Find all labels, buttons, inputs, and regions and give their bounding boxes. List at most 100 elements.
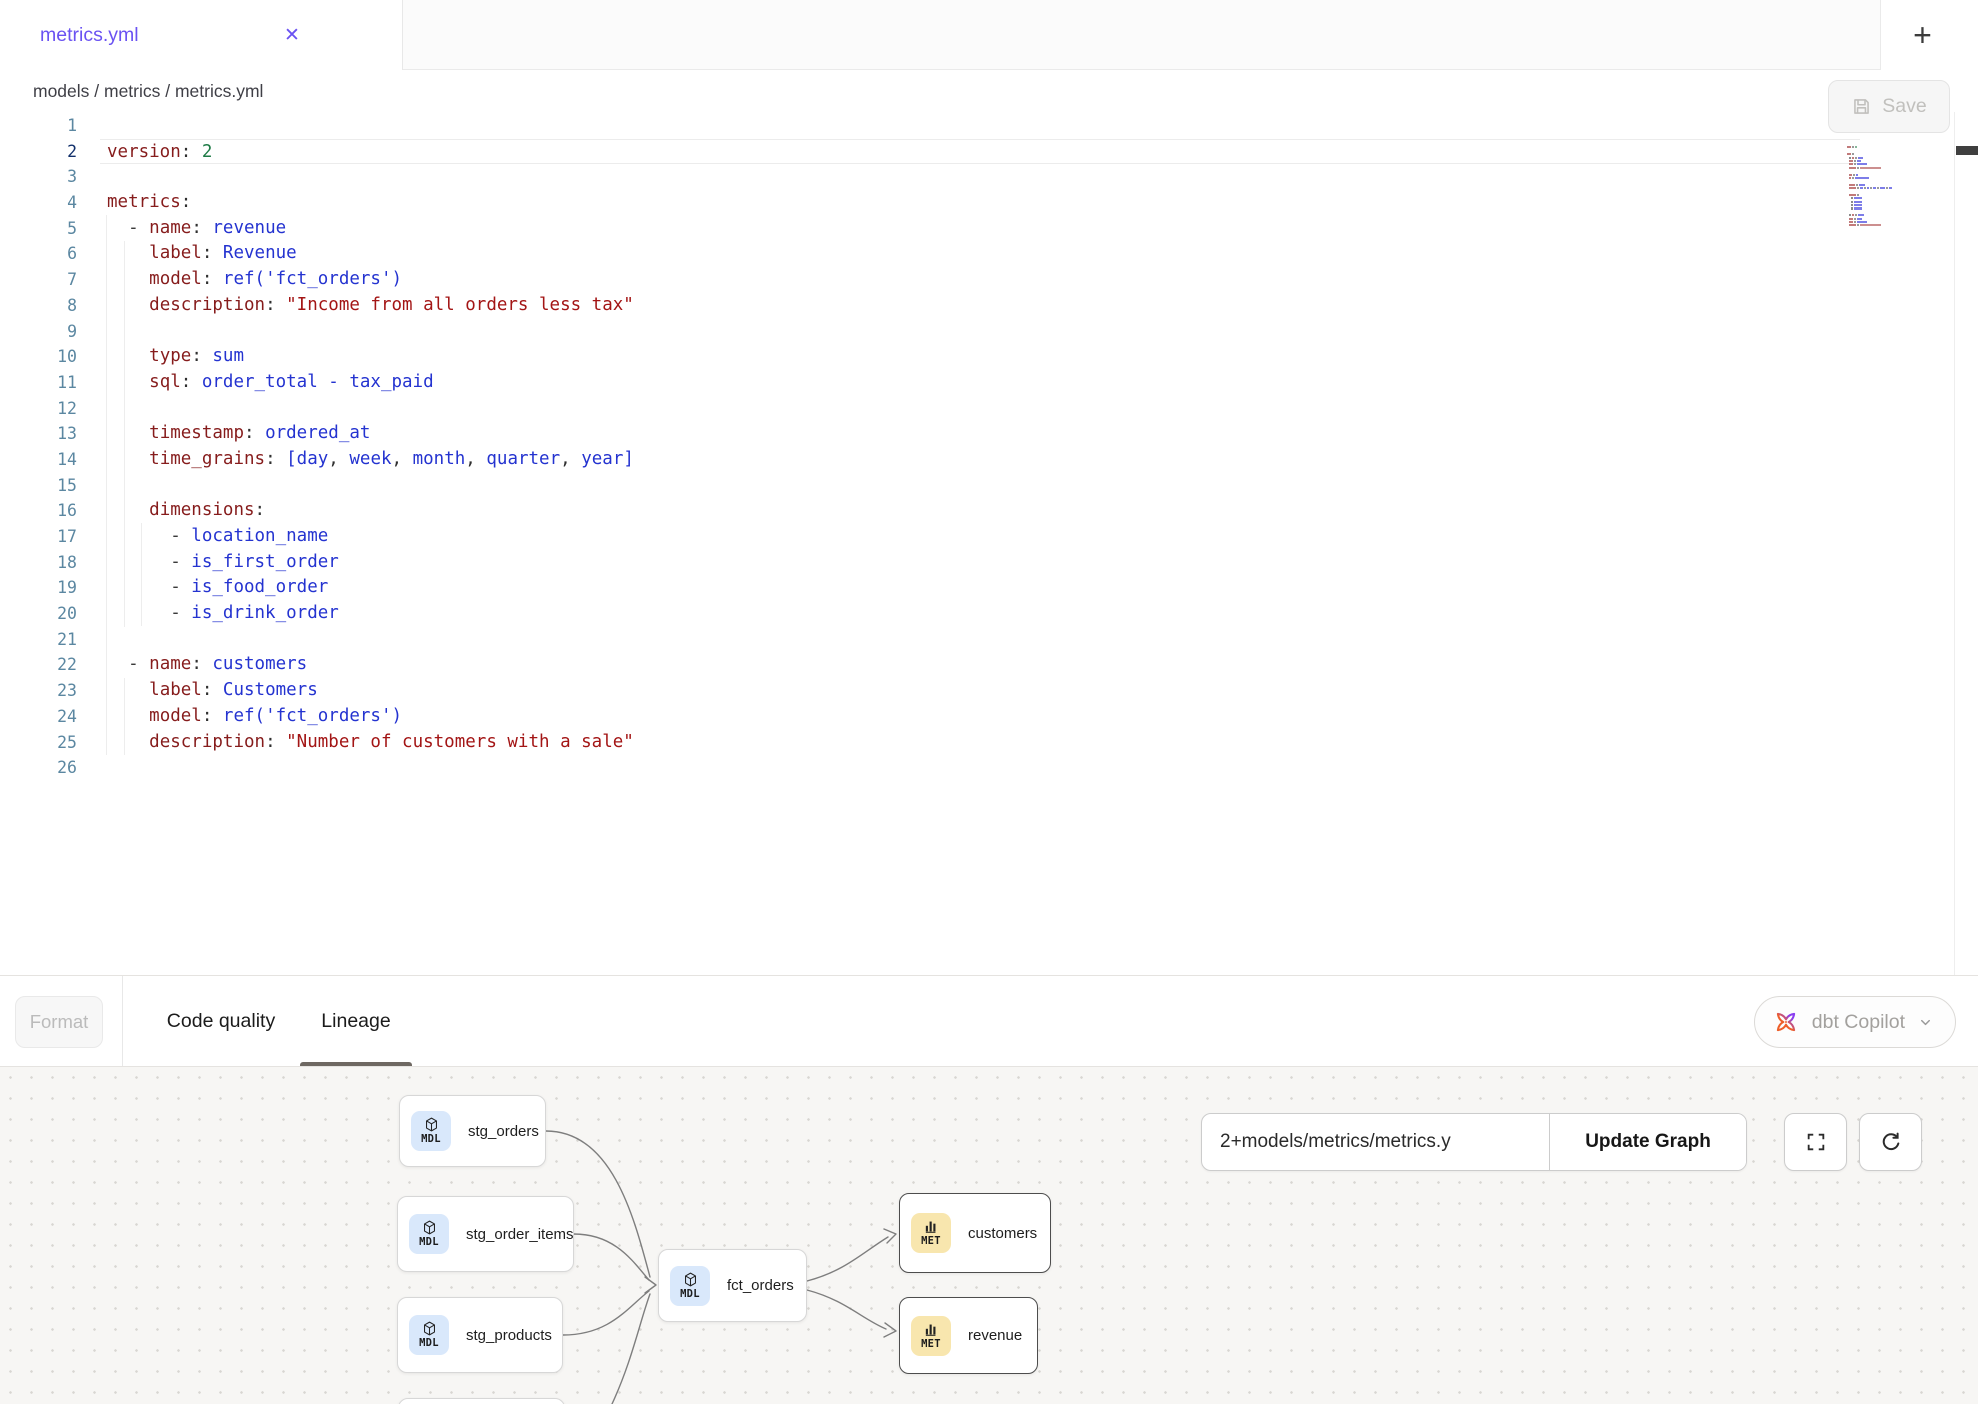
line-number: 15 [0,473,77,499]
line-content [107,473,1978,499]
line-content: metrics: [107,190,1978,216]
code-line-24[interactable]: 24 model: ref('fct_orders') [0,704,1978,730]
lineage-node-stg_products[interactable]: MDLstg_products [397,1297,563,1373]
code-line-15[interactable]: 15 [0,473,1978,499]
refresh-button[interactable] [1859,1113,1922,1171]
line-content: dimensions: [107,498,1978,524]
line-number: 21 [0,627,77,653]
close-tab-icon[interactable]: ✕ [272,0,312,70]
metric-chart-icon [923,1218,940,1235]
line-number: 17 [0,524,77,550]
lineage-node-partial_node[interactable]: MDL [398,1398,565,1404]
node-label: fct_orders [727,1277,794,1294]
line-content: - name: revenue [107,216,1978,242]
line-content [107,319,1978,345]
tab-bar: metrics.yml ✕ + [0,0,1978,70]
line-number: 6 [0,241,77,267]
code-line-11[interactable]: 11 sql: order_total - tax_paid [0,370,1978,396]
met-badge: MET [911,1213,951,1253]
line-content: sql: order_total - tax_paid [107,370,1978,396]
divider [122,976,123,1066]
model-cube-icon [423,1116,440,1133]
dbt-copilot-icon [1773,1009,1799,1035]
code-line-16[interactable]: 16 dimensions: [0,498,1978,524]
line-content: model: ref('fct_orders') [107,267,1978,293]
line-content: label: Customers [107,678,1978,704]
line-number: 23 [0,678,77,704]
mdl-badge: MDL [670,1266,710,1306]
lineage-node-stg_order_items[interactable]: MDL stg_order_items [397,1196,574,1272]
lineage-node-fct_orders[interactable]: MDL fct_orders [658,1249,807,1322]
lineage-selector-input[interactable] [1202,1114,1549,1170]
line-content: type: sum [107,344,1978,370]
bottom-panel-bar: Format Code quality Lineage dbt Copilot [0,975,1978,1067]
model-cube-icon [421,1320,438,1337]
line-number: 13 [0,421,77,447]
dbt-copilot-button[interactable]: dbt Copilot [1754,996,1956,1048]
code-line-9[interactable]: 9 [0,319,1978,345]
code-line-22[interactable]: 22 - name: customers [0,652,1978,678]
fullscreen-button[interactable] [1784,1113,1847,1171]
tab-code-quality[interactable]: Code quality [150,976,292,1066]
code-line-6[interactable]: 6 label: Revenue [0,241,1978,267]
lineage-node-revenue[interactable]: METrevenue [899,1297,1038,1374]
lineage-node-customers[interactable]: MET customers [899,1193,1051,1273]
code-line-1[interactable]: 1 [0,113,1978,139]
code-line-4[interactable]: 4 metrics: [0,190,1978,216]
minimap[interactable] [1847,143,1919,231]
format-button[interactable]: Format [15,996,103,1048]
save-button[interactable]: Save [1828,80,1950,133]
line-number: 25 [0,730,77,756]
line-content: model: ref('fct_orders') [107,704,1978,730]
scrollbar-track [1954,112,1955,975]
node-label: stg_order_items [466,1226,574,1243]
code-line-26[interactable]: 26 [0,755,1978,781]
line-number: 19 [0,575,77,601]
code-lines: 12version: 234 metrics:5 - name: revenue6… [0,113,1978,781]
code-line-5[interactable]: 5 - name: revenue [0,216,1978,242]
lineage-canvas[interactable]: Update Graph MDLstg_orders MDL stg_order_i… [0,1067,1978,1404]
line-number: 16 [0,498,77,524]
code-line-2[interactable]: 2version: 2 [0,139,1978,165]
code-line-21[interactable]: 21 [0,627,1978,653]
code-line-23[interactable]: 23 label: Customers [0,678,1978,704]
save-label: Save [1882,95,1926,118]
code-line-25[interactable]: 25 description: "Number of customers wit… [0,730,1978,756]
line-number: 9 [0,319,77,345]
tab-lineage[interactable]: Lineage [300,976,412,1066]
code-line-14[interactable]: 14 time_grains: [day, week, month, quart… [0,447,1978,473]
new-tab-button[interactable]: + [1880,0,1978,70]
code-line-7[interactable]: 7 model: ref('fct_orders') [0,267,1978,293]
line-number: 20 [0,601,77,627]
line-content [107,627,1978,653]
node-label: stg_products [466,1327,552,1344]
tab-metrics-yml[interactable]: metrics.yml ✕ [0,0,403,70]
code-editor[interactable]: 12version: 234 metrics:5 - name: revenue6… [0,112,1978,975]
plus-icon: + [1913,19,1932,51]
code-line-12[interactable]: 12 [0,396,1978,422]
code-line-10[interactable]: 10 type: sum [0,344,1978,370]
breadcrumb: models / metrics / metrics.yml [33,70,263,112]
ide-window: metrics.yml ✕ + models / metrics / metri… [0,0,1978,1404]
node-label: customers [968,1225,1037,1242]
line-number: 22 [0,652,77,678]
code-line-13[interactable]: 13 timestamp: ordered_at [0,421,1978,447]
line-number: 18 [0,550,77,576]
line-number: 2 [0,139,77,165]
code-line-19[interactable]: 19 - is_food_order [0,575,1978,601]
code-line-3[interactable]: 3 [0,164,1978,190]
lineage-selector-group: Update Graph [1201,1113,1747,1171]
line-content [107,396,1978,422]
line-number: 4 [0,190,77,216]
line-content: - is_drink_order [107,601,1978,627]
scrollbar-thumb[interactable] [1956,146,1978,155]
code-line-17[interactable]: 17 - location_name [0,524,1978,550]
code-line-8[interactable]: 8 description: "Income from all orders l… [0,293,1978,319]
code-line-20[interactable]: 20 - is_drink_order [0,601,1978,627]
line-content [107,164,1978,190]
code-line-18[interactable]: 18 - is_first_order [0,550,1978,576]
line-content: - is_first_order [107,550,1978,576]
lineage-node-stg_orders[interactable]: MDLstg_orders [399,1095,546,1167]
update-graph-button[interactable]: Update Graph [1549,1114,1746,1170]
mdl-badge: MDL [409,1214,449,1254]
